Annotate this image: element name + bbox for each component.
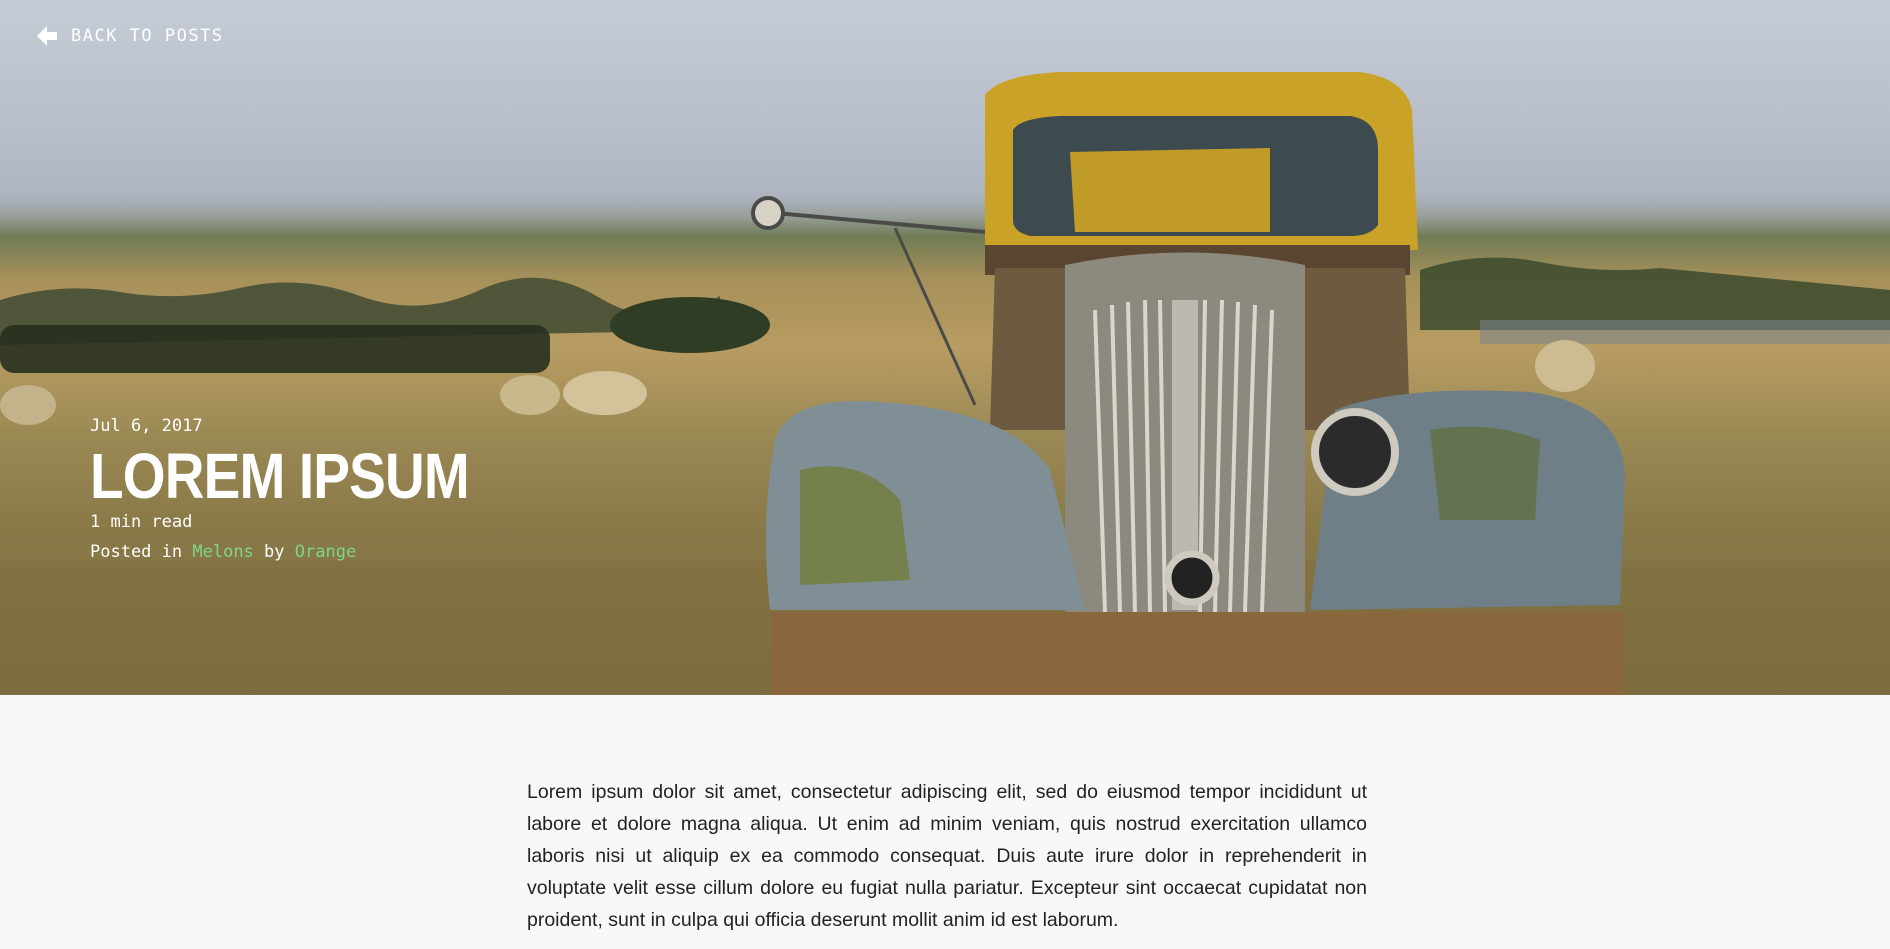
post-date: Jul 6, 2017 bbox=[90, 416, 203, 436]
back-to-posts-label: BACK TO POSTS bbox=[71, 26, 224, 46]
category-link[interactable]: Melons bbox=[192, 542, 253, 562]
posted-in-prefix: Posted in bbox=[90, 542, 183, 562]
arrow-left-icon bbox=[35, 24, 59, 48]
back-to-posts-link[interactable]: BACK TO POSTS bbox=[35, 24, 224, 48]
post-meta: Jul 6, 2017 LOREM IPSUM 1 min read Poste… bbox=[90, 416, 531, 562]
author-link[interactable]: Orange bbox=[295, 542, 356, 562]
hero-image bbox=[0, 72, 1890, 695]
posted-in-line: Posted in Melons by Orange bbox=[90, 542, 531, 562]
hero-banner: BACK TO POSTS Jul 6, 2017 LOREM IPSUM 1 … bbox=[0, 0, 1890, 695]
by-word: by bbox=[264, 542, 285, 562]
post-body: Lorem ipsum dolor sit amet, consectetur … bbox=[527, 776, 1367, 936]
post-paragraph: Lorem ipsum dolor sit amet, consectetur … bbox=[527, 781, 1367, 931]
read-time: 1 min read bbox=[90, 512, 193, 532]
post-title: LOREM IPSUM bbox=[90, 440, 470, 512]
